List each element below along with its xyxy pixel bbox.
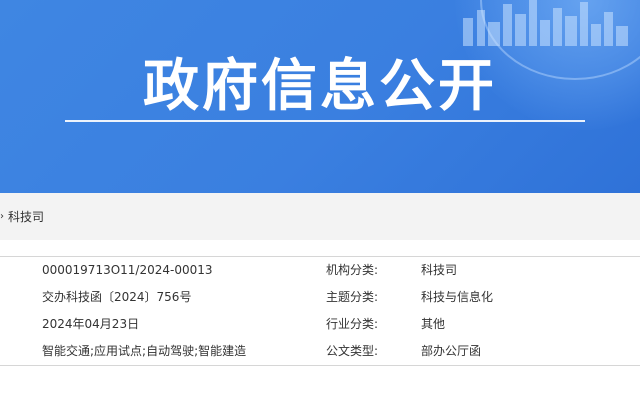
header-banner: 政府信息公开 [0, 0, 640, 193]
city-skyline-image [463, 0, 628, 46]
industry-value: 其他 [421, 317, 446, 331]
info-row: 智能交通;应用试点;自动驾驶;智能建造 公文类型: 部办公厅函 [0, 338, 640, 365]
document-info-table: 000019713O11/2024-00013 机构分类: 科技司 交办科技函〔… [0, 256, 640, 366]
document-type-label: 公文类型: [326, 344, 379, 358]
info-row: 000019713O11/2024-00013 机构分类: 科技司 [0, 257, 640, 284]
keywords-value: 智能交通;应用试点;自动驾驶;智能建造 [42, 344, 247, 358]
date-value: 2024年04月23日 [42, 317, 140, 331]
organization-value: 科技司 [421, 263, 458, 277]
title-underline [65, 120, 585, 122]
page-title: 政府信息公开 [143, 54, 497, 119]
breadcrumb-separator-icon: › [0, 211, 4, 222]
info-row: 2024年04月23日 行业分类: 其他 [0, 311, 640, 338]
document-type-value: 部办公厅函 [421, 344, 482, 358]
breadcrumb-current[interactable]: 科技司 [8, 208, 44, 225]
topic-label: 主题分类: [326, 290, 379, 304]
organization-label: 机构分类: [326, 263, 379, 277]
info-row: 交办科技函〔2024〕756号 主题分类: 科技与信息化 [0, 284, 640, 311]
index-number-value: 000019713O11/2024-00013 [42, 263, 213, 277]
breadcrumb: › 科技司 [0, 193, 640, 240]
document-number-value: 交办科技函〔2024〕756号 [42, 290, 192, 304]
topic-value: 科技与信息化 [421, 290, 494, 304]
industry-label: 行业分类: [326, 317, 379, 331]
